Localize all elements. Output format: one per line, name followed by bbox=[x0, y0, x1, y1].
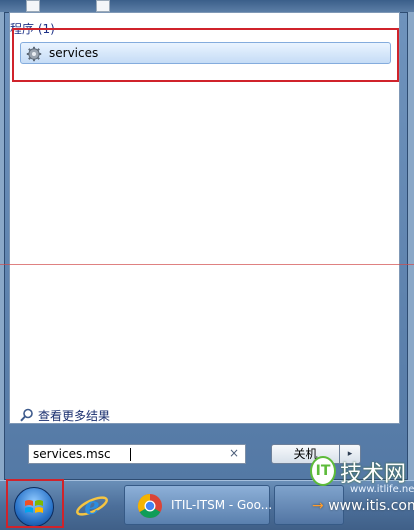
window-thumb[interactable] bbox=[96, 0, 110, 12]
clear-search-icon[interactable]: × bbox=[229, 446, 239, 460]
search-input[interactable]: services.msc × bbox=[28, 444, 246, 464]
window-thumb[interactable] bbox=[26, 0, 40, 12]
text-caret bbox=[130, 448, 131, 461]
search-icon bbox=[20, 408, 33, 422]
watermark-url-large: → www.itis.com bbox=[312, 498, 414, 514]
chrome-icon bbox=[137, 494, 162, 519]
site-watermark: IT 技术网 www.itlife.net → www.itis.com bbox=[298, 454, 414, 530]
arrow-icon: → bbox=[312, 498, 324, 514]
taskbar-chrome-label: ITIL-ITSM - Goo... bbox=[171, 498, 273, 512]
red-annotation-box bbox=[6, 479, 64, 528]
search-input-value: services.msc bbox=[33, 447, 111, 461]
watermark-logo-icon: IT bbox=[310, 456, 336, 486]
watermark-url-large-text: www.itis.com bbox=[328, 498, 414, 514]
internet-explorer-icon[interactable]: e bbox=[74, 490, 110, 522]
top-window-strip bbox=[0, 0, 414, 12]
see-more-results-label: 查看更多结果 bbox=[38, 409, 111, 423]
red-annotation-box bbox=[12, 28, 399, 82]
watermark-url-small: www.itlife.net bbox=[350, 484, 414, 495]
taskbar-chrome-window[interactable]: ITIL-ITSM - Goo... bbox=[124, 485, 273, 525]
guide-line bbox=[0, 264, 414, 265]
svg-text:e: e bbox=[84, 491, 99, 520]
